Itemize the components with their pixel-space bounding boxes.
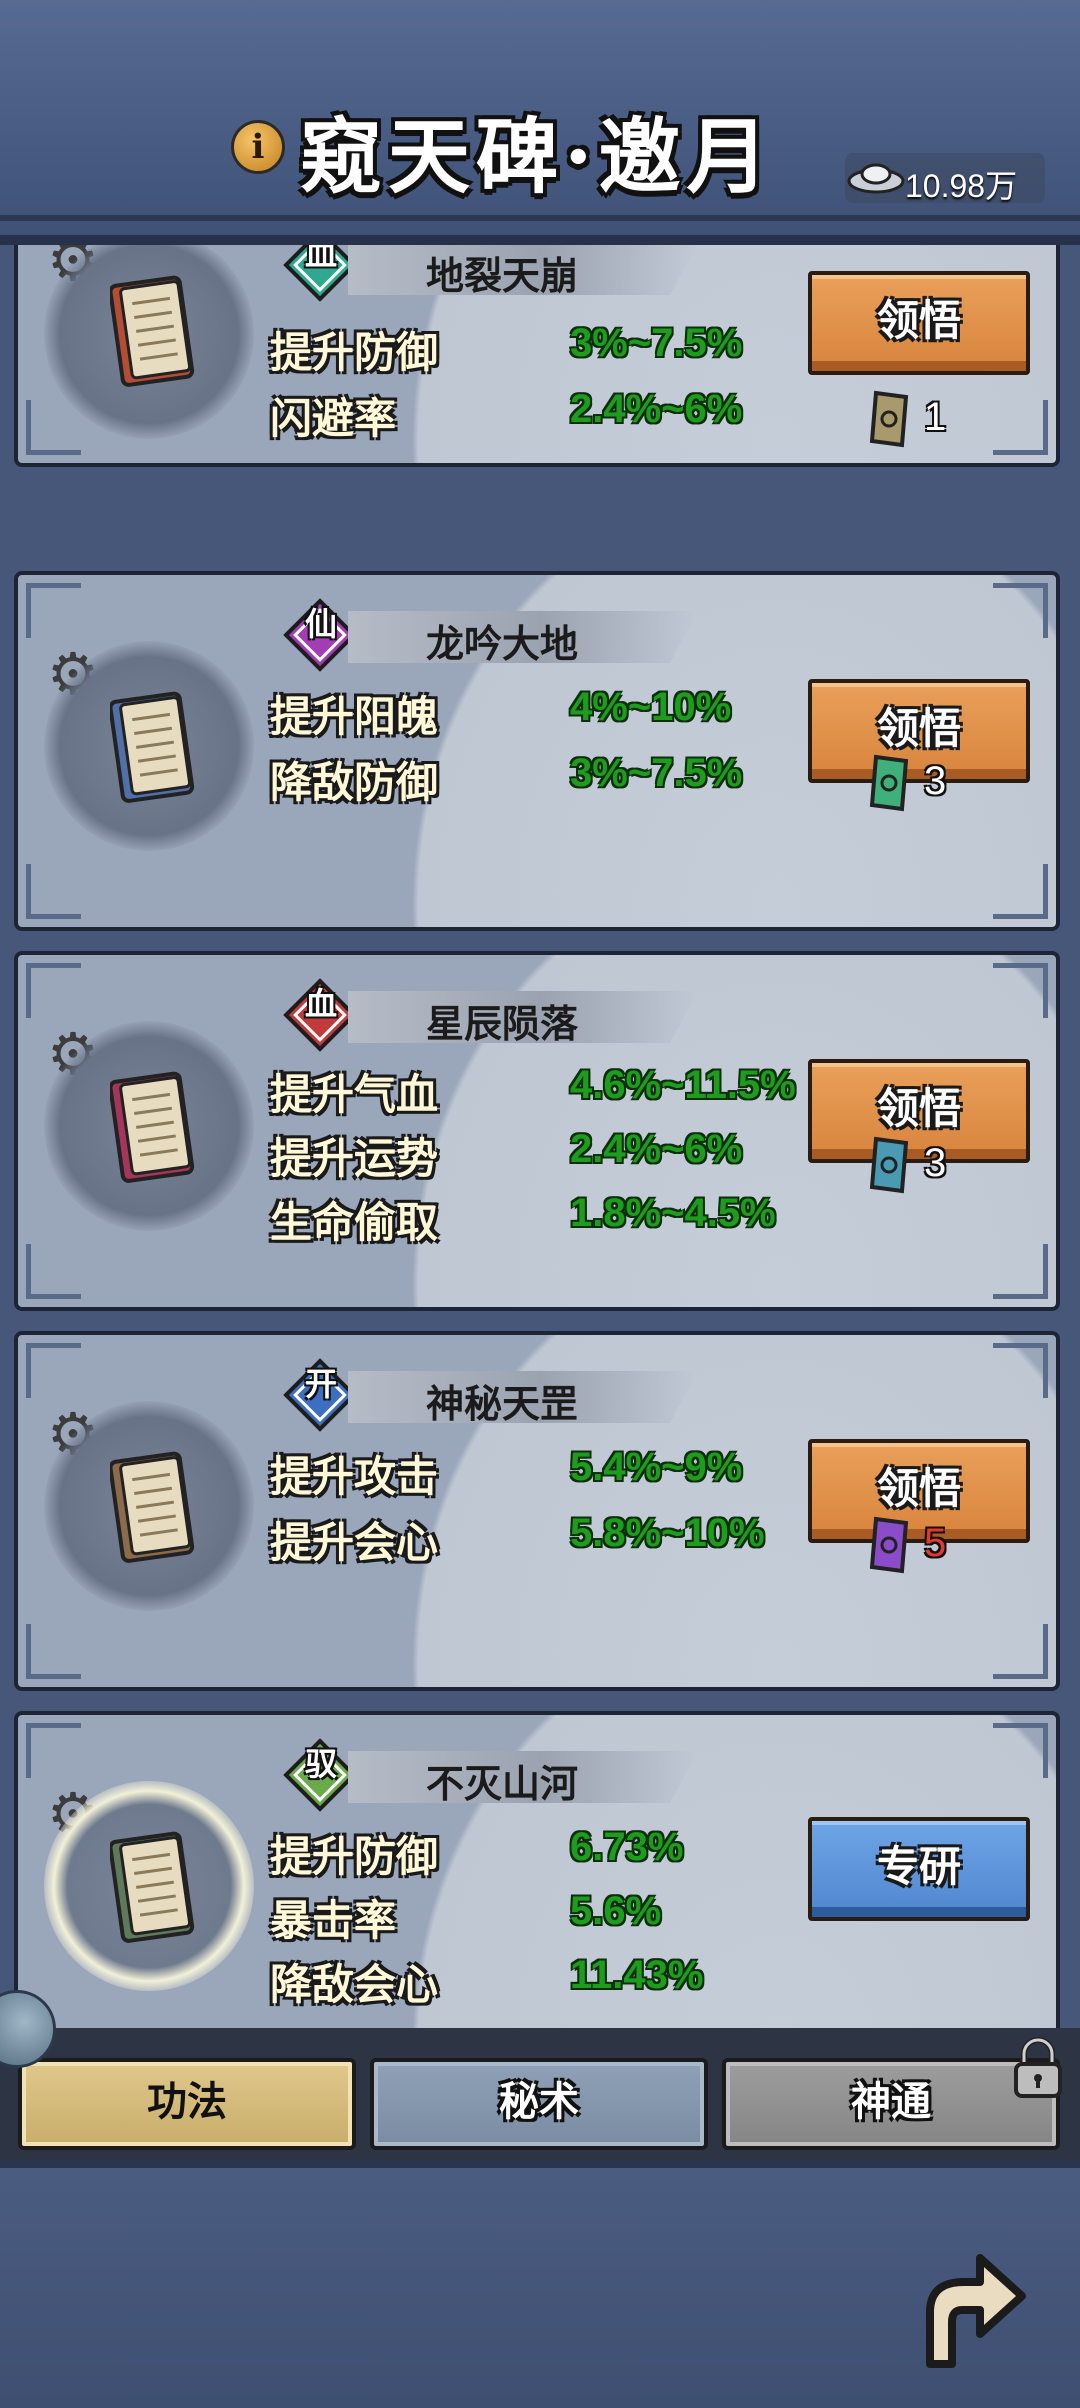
badge-char: 血 <box>304 985 337 1023</box>
return-arrow-icon[interactable] <box>890 2234 1030 2374</box>
currency-value: 10.98万 <box>905 168 1018 204</box>
card-corner <box>26 1624 81 1679</box>
skill-card: ⚙ 开 神秘天罡 提升攻击 5.4%~9% 提升会心 5.8%~10% 领悟 5 <box>14 1331 1060 1691</box>
talisman-count: 1 <box>924 395 947 439</box>
talisman-count: 5 <box>924 1521 947 1565</box>
card-corner <box>993 1624 1048 1679</box>
stat-value: 1.8%~4.5% <box>570 1191 776 1235</box>
comprehend-button[interactable]: 领悟 <box>808 1439 1030 1543</box>
talisman-icon <box>869 754 909 812</box>
stat-value: 3%~7.5% <box>570 751 743 795</box>
scroll-icon <box>110 1831 195 1943</box>
stat-value: 5.6% <box>570 1889 662 1933</box>
stat-value: 5.4%~9% <box>570 1445 743 1489</box>
currency-display: 10.98万 <box>845 153 1045 204</box>
tab-mishu[interactable]: 秘术 <box>370 2058 708 2150</box>
stat-label: 提升会心 <box>270 1518 439 1567</box>
talisman-icon <box>869 1136 909 1194</box>
card-corner <box>26 864 81 919</box>
stat-value: 2.4%~6% <box>570 387 743 431</box>
tab-gongfa[interactable]: 功法 <box>18 2058 356 2150</box>
skill-list[interactable]: ⚙ 血 地裂天崩 提升防御 3%~7.5% 闪避率 2.4%~6% 领悟 1 ⚙ <box>0 245 1080 2030</box>
stat-value: 11.43% <box>570 1953 704 1997</box>
stat-label: 提升防御 <box>270 328 439 377</box>
stat-label: 提升防御 <box>270 1832 439 1881</box>
card-corner <box>993 864 1048 919</box>
skill-badge: 血 <box>283 245 358 303</box>
card-corner <box>993 400 1048 455</box>
comprehend-button[interactable]: 领悟 <box>808 679 1030 783</box>
skill-name: 地裂天崩 <box>426 253 579 298</box>
badge-char: 血 <box>304 245 337 273</box>
skill-badge: 仙 <box>283 598 358 673</box>
silver-ingot-icon <box>847 163 905 194</box>
scroll-icon <box>110 1451 195 1563</box>
stat-value: 4.6%~11.5% <box>570 1063 796 1107</box>
card-corner <box>993 1244 1048 1299</box>
stat-label: 提升气血 <box>270 1070 439 1119</box>
stat-label: 闪避率 <box>270 394 397 443</box>
card-corner <box>26 963 81 1018</box>
lock-icon <box>1014 2037 1062 2098</box>
talisman-count: 3 <box>924 1141 947 1185</box>
card-corner <box>26 583 81 638</box>
scroll-icon <box>110 1071 195 1183</box>
skill-card: ⚙ 仙 龙吟大地 提升阳魄 4%~10% 降敌防御 3%~7.5% 领悟 3 <box>14 571 1060 931</box>
scroll-icon <box>110 691 195 803</box>
card-corner <box>26 1244 81 1299</box>
skill-card: ⚙ 驭 不灭山河 提升防御 6.73% 暴击率 5.6% 降敌会心 11.43%… <box>14 1711 1060 2030</box>
tab-bar: 功法 秘术 神通 <box>0 2028 1080 2160</box>
scroll-icon <box>110 275 195 387</box>
skill-name: 龙吟大地 <box>426 621 579 666</box>
card-corner <box>993 1723 1048 1778</box>
card-corner <box>26 400 81 455</box>
card-corner <box>993 1343 1048 1398</box>
stat-label: 降敌会心 <box>270 1960 439 2009</box>
page-title: 窥天碑·邀月 <box>300 109 775 205</box>
skill-badge: 血 <box>283 978 358 1053</box>
stat-label: 提升阳魄 <box>270 692 439 741</box>
comprehend-button[interactable]: 领悟 <box>808 271 1030 375</box>
stat-value: 3%~7.5% <box>570 321 743 365</box>
badge-char: 仙 <box>304 605 337 643</box>
skill-badge: 驭 <box>283 1738 358 1813</box>
info-icon[interactable]: i <box>231 120 285 174</box>
badge-char: 开 <box>304 1365 337 1403</box>
header-stripe <box>0 215 1080 221</box>
skill-name: 星辰陨落 <box>426 1001 579 1046</box>
card-corner <box>993 583 1048 638</box>
skill-card: ⚙ 血 星辰陨落 提升气血 4.6%~11.5% 提升运势 2.4%~6% 生命… <box>14 951 1060 1311</box>
talisman-count: 3 <box>924 759 947 803</box>
stat-label: 暴击率 <box>270 1896 397 1945</box>
header: i 窥天碑·邀月 10.98万 <box>0 0 1080 245</box>
comprehend-button[interactable]: 领悟 <box>808 1059 1030 1163</box>
card-corner <box>26 1723 81 1778</box>
stat-value: 4%~10% <box>570 685 732 729</box>
stat-label: 降敌防御 <box>270 758 439 807</box>
talisman-icon <box>869 390 909 448</box>
card-corner <box>26 1343 81 1398</box>
footer <box>0 2160 1080 2408</box>
stat-value: 5.8%~10% <box>570 1511 765 1555</box>
stat-label: 提升运势 <box>270 1134 439 1183</box>
research-button[interactable]: 专研 <box>808 1817 1030 1921</box>
stat-value: 2.4%~6% <box>570 1127 743 1171</box>
skill-name: 不灭山河 <box>426 1761 579 1806</box>
badge-char: 驭 <box>304 1745 337 1783</box>
stat-label: 生命偷取 <box>270 1198 439 1247</box>
talisman-icon <box>869 1516 909 1574</box>
skill-badge: 开 <box>283 1358 358 1433</box>
stat-value: 6.73% <box>570 1825 684 1869</box>
card-corner <box>993 963 1048 1018</box>
skill-name: 神秘天罡 <box>426 1381 579 1426</box>
stat-label: 提升攻击 <box>270 1452 439 1501</box>
skill-card: ⚙ 血 地裂天崩 提升防御 3%~7.5% 闪避率 2.4%~6% 领悟 1 <box>14 245 1060 467</box>
